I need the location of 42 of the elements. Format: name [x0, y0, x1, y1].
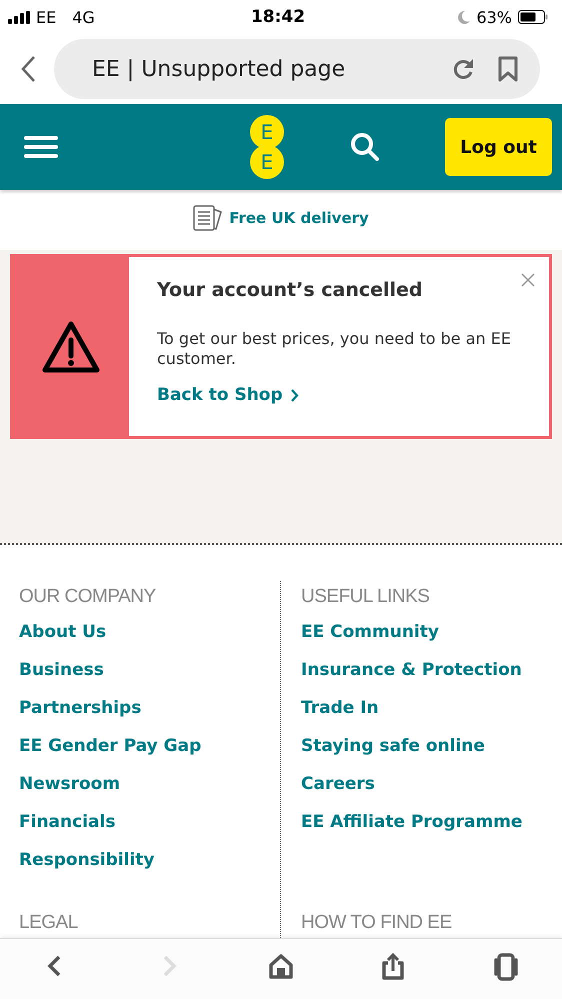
footer-link[interactable]: EE Gender Pay Gap	[19, 727, 280, 765]
footer-link[interactable]: Newsroom	[19, 765, 280, 803]
reload-icon[interactable]	[452, 57, 476, 81]
footer-link[interactable]: Partnerships	[19, 689, 280, 727]
footer-link[interactable]: Careers	[301, 765, 562, 803]
document-icon	[193, 205, 224, 231]
footer-heading: USEFUL LINKS	[301, 585, 430, 609]
address-bar[interactable]: EE | Unsupported page	[54, 39, 540, 99]
footer-link[interactable]: Trade In	[301, 689, 562, 727]
footer-heading: OUR COMPANY	[19, 585, 157, 609]
battery-percentage: 63%	[476, 8, 512, 26]
footer-link[interactable]: Insurance & Protection	[301, 651, 562, 689]
delivery-text: Free UK delivery	[229, 209, 369, 227]
warning-icon	[41, 320, 101, 374]
moon-icon	[458, 10, 470, 24]
footer-heading: HOW TO FIND EE	[301, 911, 453, 935]
bookmark-icon[interactable]	[498, 56, 518, 82]
battery-icon	[518, 10, 548, 24]
carrier-name: EE	[36, 8, 56, 26]
back-icon[interactable]	[20, 55, 36, 83]
alert-message: To get our best prices, you need to be an EE customer.	[157, 329, 512, 369]
share-icon[interactable]	[380, 953, 406, 981]
menu-icon[interactable]	[24, 136, 58, 158]
signal-icon	[8, 10, 30, 24]
footer-link[interactable]: Financials	[19, 803, 280, 841]
close-icon[interactable]	[521, 273, 535, 287]
clock-time: 18:42	[250, 7, 306, 27]
footer-link[interactable]: Business	[19, 651, 280, 689]
chevron-icon	[290, 388, 299, 402]
alert-title: Your account’s cancelled	[157, 279, 424, 301]
footer-link[interactable]: EE Affiliate Programme	[301, 803, 562, 841]
footer-link[interactable]: Staying safe online	[301, 727, 562, 765]
logout-button[interactable]: Log out	[445, 118, 552, 176]
footer-link[interactable]: About Us	[19, 613, 280, 651]
home-icon[interactable]	[268, 953, 294, 981]
back-to-shop-link[interactable]: Back to Shop	[157, 385, 299, 405]
network-type: 4G	[72, 8, 95, 26]
tabs-icon[interactable]	[492, 953, 519, 981]
search-icon[interactable]	[350, 132, 380, 162]
footer-link[interactable]: EE Community	[301, 613, 562, 651]
footer-heading: LEGAL	[19, 911, 79, 935]
footer-link[interactable]: Responsibility	[19, 841, 280, 879]
